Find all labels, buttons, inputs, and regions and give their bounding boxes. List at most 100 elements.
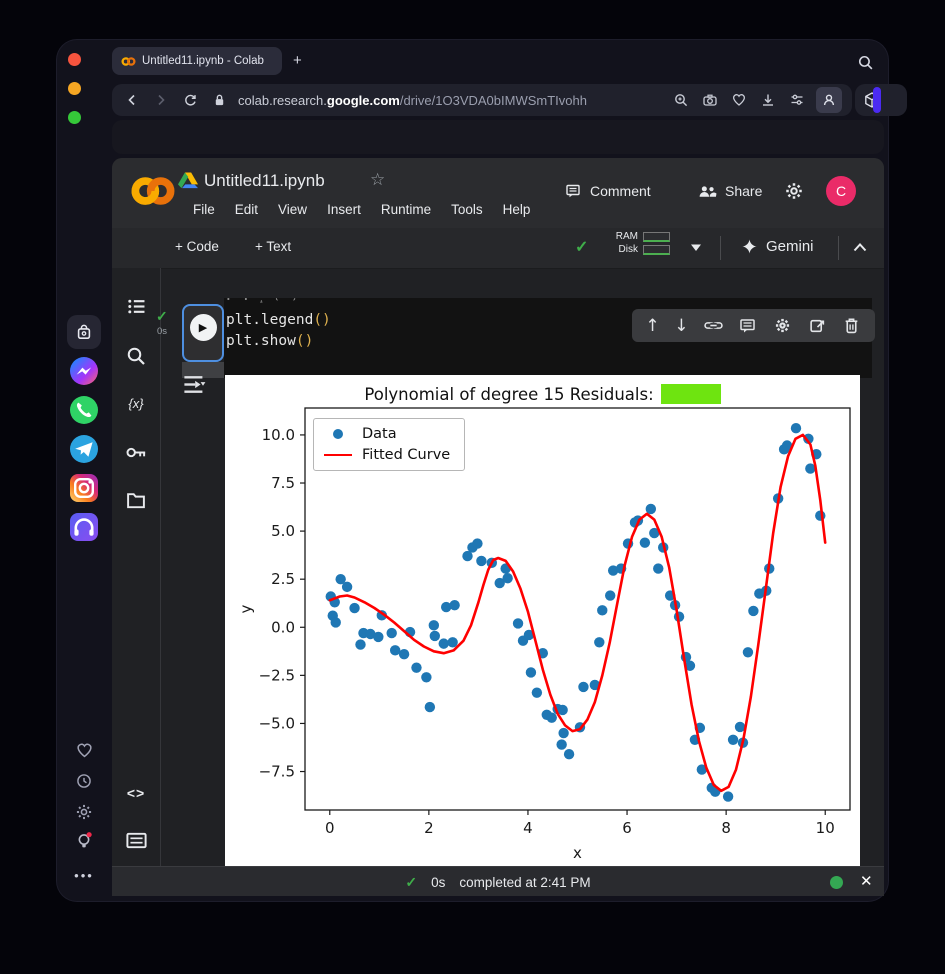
sidebar-handle[interactable] xyxy=(873,87,881,113)
svg-text:−7.5: −7.5 xyxy=(259,763,295,781)
profile-button[interactable] xyxy=(816,87,842,113)
output-toggle-button[interactable] xyxy=(182,374,206,395)
notebook-title[interactable]: Untitled11.ipynb xyxy=(204,171,325,191)
menu-view[interactable]: View xyxy=(278,202,307,217)
download-button[interactable] xyxy=(758,90,778,110)
lightbulb-icon xyxy=(78,832,92,848)
new-tab-button[interactable]: + xyxy=(293,52,302,69)
toolbar-divider xyxy=(838,236,839,260)
sidebar-table-of-contents-button[interactable] xyxy=(124,294,148,318)
status-bar: ✓ 0s completed at 2:41 PM ✕ xyxy=(112,866,884,896)
sidebar-files-button[interactable] xyxy=(124,488,148,512)
plot-output: Polynomial of degree 15 Residuals: 02468… xyxy=(225,375,860,872)
add-text-button[interactable]: + Text xyxy=(255,239,291,254)
window-minimize-button[interactable] xyxy=(68,82,81,95)
star-icon[interactable]: ☆ xyxy=(370,170,385,190)
svg-text:10.0: 10.0 xyxy=(262,426,295,444)
sidebar-command-palette-button[interactable] xyxy=(124,828,148,852)
copy-link-button[interactable] xyxy=(703,316,723,336)
share-label: Share xyxy=(725,183,763,199)
collapse-chevron-icon[interactable] xyxy=(852,241,868,253)
svg-text:−5.0: −5.0 xyxy=(259,714,295,732)
sidebar-secrets-button[interactable] xyxy=(124,440,148,464)
browser-window: ••• Untitled11.ipynb - Colab + colab.res… xyxy=(57,40,907,901)
dock-favorites-button[interactable] xyxy=(71,737,97,763)
reload-button[interactable] xyxy=(180,90,200,110)
svg-text:7.5: 7.5 xyxy=(271,474,295,492)
dock-more-button[interactable]: ••• xyxy=(71,862,97,888)
dock-item-messenger[interactable] xyxy=(67,354,101,388)
search-icon xyxy=(858,55,873,70)
zoom-page-button[interactable] xyxy=(671,90,691,110)
comment-button[interactable]: Comment xyxy=(564,183,651,199)
open-in-tab-button[interactable] xyxy=(807,316,827,336)
menu-tools[interactable]: Tools xyxy=(451,202,483,217)
menu-edit[interactable]: Edit xyxy=(235,202,258,217)
menu-runtime[interactable]: Runtime xyxy=(381,202,431,217)
move-cell-down-button[interactable]: ↓ xyxy=(674,316,688,336)
avatar[interactable]: C xyxy=(826,176,856,206)
dock-item-instagram[interactable] xyxy=(67,471,101,505)
tune-button[interactable] xyxy=(787,90,807,110)
colab-toolbar: + Code + Text ✓ RAM Disk Gemini xyxy=(112,228,884,269)
extensions-pill[interactable] xyxy=(855,84,907,116)
dock-item-telegram[interactable] xyxy=(67,432,101,466)
capture-button[interactable] xyxy=(700,90,720,110)
svg-text:5.0: 5.0 xyxy=(271,522,295,540)
play-icon: ▶ xyxy=(189,314,217,341)
close-status-button[interactable]: ✕ xyxy=(860,872,873,890)
back-button[interactable] xyxy=(122,90,142,110)
heart-icon xyxy=(733,94,745,106)
menu-insert[interactable]: Insert xyxy=(327,202,361,217)
share-people-icon xyxy=(699,185,717,197)
forward-button[interactable] xyxy=(151,90,171,110)
url-text: colab.research.google.com/drive/1O3VDA0b… xyxy=(238,92,587,108)
dock-item-whatsapp[interactable] xyxy=(67,393,101,427)
status-indicator-dot xyxy=(830,876,843,889)
sidebar-search-button[interactable] xyxy=(124,344,148,368)
move-cell-up-button[interactable]: ↑ xyxy=(645,316,659,336)
gemini-button[interactable]: Gemini xyxy=(742,238,814,255)
favorite-button[interactable] xyxy=(729,90,749,110)
gemini-sparkle-icon xyxy=(742,239,757,254)
output-icon xyxy=(184,376,206,393)
browser-tab[interactable]: Untitled11.ipynb - Colab xyxy=(112,47,282,75)
add-comment-button[interactable] xyxy=(738,316,758,336)
svg-text:x: x xyxy=(573,844,582,862)
back-icon xyxy=(128,94,135,106)
dock-item-headphones[interactable] xyxy=(67,510,101,544)
menu-file[interactable]: File xyxy=(193,202,215,217)
share-button[interactable]: Share xyxy=(698,183,762,199)
lock-icon xyxy=(209,90,229,110)
messenger-icon xyxy=(70,357,98,385)
add-code-button[interactable]: + Code xyxy=(175,239,219,254)
sidebar-variables-button[interactable]: {x} xyxy=(124,391,148,415)
dock-ideas-button[interactable] xyxy=(71,829,97,855)
resources-caret-icon[interactable] xyxy=(690,243,702,252)
cell-success-check-icon: ✓ xyxy=(156,308,168,324)
clock-icon xyxy=(77,774,91,788)
window-zoom-button[interactable] xyxy=(68,111,81,124)
window-close-button[interactable] xyxy=(68,53,81,66)
delete-cell-button[interactable] xyxy=(842,316,862,336)
code-line-1: plt.legend xyxy=(226,312,314,328)
dock-history-button[interactable] xyxy=(71,768,97,794)
sidebar-code-snippets-button[interactable]: <> xyxy=(124,781,148,805)
settings-gear-icon[interactable] xyxy=(784,181,804,201)
menu-help[interactable]: Help xyxy=(503,202,531,217)
dock-item-shopping-bag[interactable] xyxy=(67,315,101,349)
trash-icon xyxy=(845,318,858,334)
instagram-icon xyxy=(70,474,98,502)
colab-sidebar: {x} <> xyxy=(112,268,161,896)
link-icon xyxy=(703,322,723,329)
variables-icon: {x} xyxy=(128,395,144,411)
resources-button[interactable]: RAM Disk xyxy=(610,231,670,255)
drive-icon xyxy=(178,172,198,189)
url-bar[interactable]: colab.research.google.com/drive/1O3VDA0b… xyxy=(112,84,852,116)
browser-search-button[interactable] xyxy=(857,54,874,71)
dock-settings-button[interactable] xyxy=(71,799,97,825)
disk-label: Disk xyxy=(618,244,638,255)
cell-settings-button[interactable] xyxy=(772,316,792,336)
run-cell-button[interactable]: ▶ xyxy=(182,304,224,362)
colab-logo xyxy=(131,177,175,205)
